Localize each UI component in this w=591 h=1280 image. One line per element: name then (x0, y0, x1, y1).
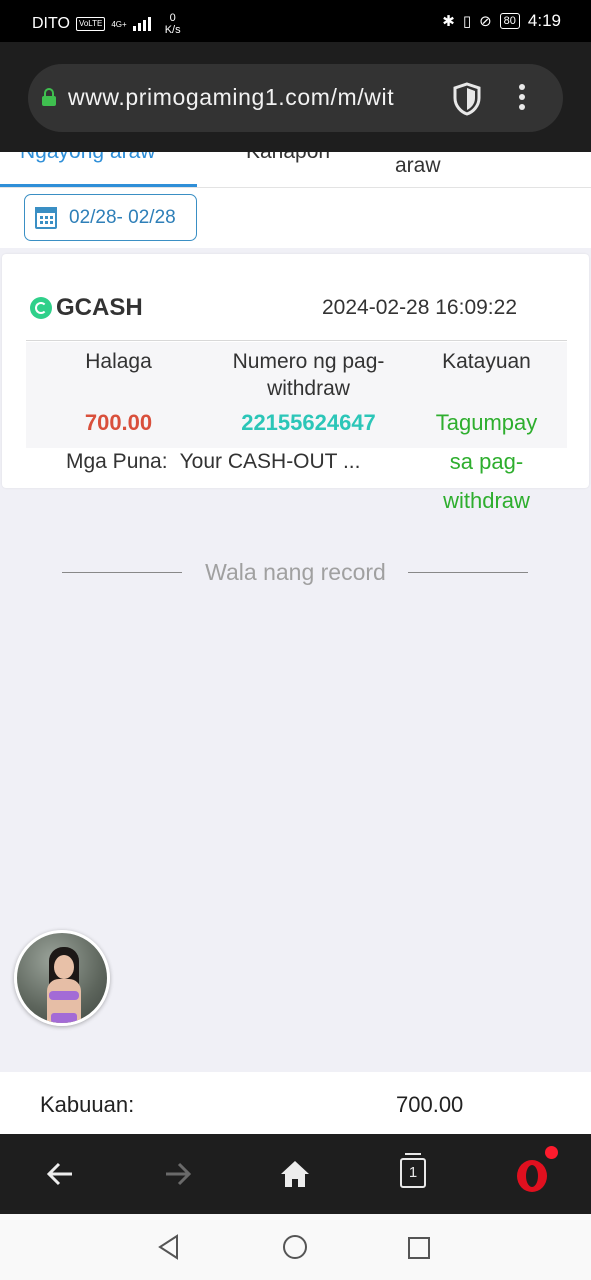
browser-bottom-nav: 1 (0, 1134, 591, 1214)
date-range-label: 02/28- 02/28 (69, 206, 176, 228)
payment-method-label: GCASH (56, 294, 143, 321)
more-menu-icon[interactable] (514, 84, 530, 114)
status-right: ✱ ▯ ⊘ 80 4:19 (442, 11, 561, 31)
withdraw-number-header-line1: Numero ng pag- (232, 350, 385, 373)
status-header: Katayuan (442, 350, 531, 373)
record-details: Halaga Numero ng pag- withdraw Katayuan … (26, 342, 567, 513)
opera-menu-icon[interactable] (514, 1156, 550, 1194)
tab-yesterday[interactable]: Kahapon (246, 152, 330, 164)
status-line2: sa pag- (449, 449, 524, 474)
status-bar: DITO VoLTE 4G+ 0 K/s ✱ ▯ ⊘ 80 4:19 (0, 0, 591, 42)
withdraw-number-header: Numero ng pag- withdraw (211, 348, 406, 402)
shield-icon[interactable] (452, 82, 482, 116)
bluetooth-icon: ✱ (442, 13, 455, 30)
active-tab-indicator (0, 184, 197, 187)
network-speed: 0 K/s (165, 12, 181, 36)
back-arrow-icon[interactable] (42, 1156, 78, 1192)
withdraw-number-header-line2: withdraw (267, 377, 350, 400)
payment-method: GCASH (30, 294, 143, 322)
status-left: DITO VoLTE 4G+ 0 K/s (32, 12, 181, 36)
speed-unit: K/s (164, 24, 181, 36)
url-text[interactable]: www.primogaming1.com/m/wit (68, 84, 436, 111)
tabs-count-icon[interactable]: 1 (400, 1153, 426, 1188)
card-divider (26, 340, 567, 341)
divider-right (408, 572, 528, 573)
tab-today[interactable]: Ngayong araw (20, 152, 155, 164)
carrier-name: DITO (32, 15, 70, 32)
home-icon[interactable] (277, 1156, 313, 1192)
browser-toolbar: www.primogaming1.com/m/wit (0, 42, 591, 152)
notification-dot (545, 1146, 558, 1159)
amount-value: 700.00 (84, 410, 153, 435)
gcash-icon (30, 297, 52, 319)
withdraw-record-card[interactable]: GCASH 2024-02-28 16:09:22 Halaga Numero … (2, 254, 589, 513)
date-range-button[interactable]: 02/28- 02/28 (24, 194, 197, 241)
system-recents-icon[interactable] (406, 1235, 432, 1261)
calendar-icon (35, 206, 57, 229)
vibrate-icon: ▯ (462, 13, 472, 30)
status-value: Tagumpay sa pag- withdraw (406, 403, 567, 520)
status-line1: Tagumpay (435, 410, 538, 435)
address-bar[interactable]: www.primogaming1.com/m/wit (28, 64, 563, 132)
signal-icon (132, 17, 151, 31)
volte-badge: VoLTE (75, 17, 106, 31)
system-back-icon[interactable] (155, 1233, 183, 1261)
date-filter-bar: 02/28- 02/28 (0, 188, 591, 248)
forward-arrow-icon[interactable] (160, 1156, 196, 1192)
record-datetime: 2024-02-28 16:09:22 (322, 296, 517, 319)
total-value: 700.00 (396, 1092, 464, 1117)
total-bar: Kabuuan: 700.00 (0, 1072, 591, 1134)
tab-more[interactable]: - (540, 152, 547, 160)
system-nav-bar (0, 1214, 591, 1280)
system-home-icon[interactable] (281, 1233, 309, 1261)
speed-value: 0 (169, 12, 176, 24)
withdraw-number-value[interactable]: 22155624647 (201, 410, 416, 436)
no-more-records: Wala nang record (0, 557, 591, 587)
lock-icon[interactable] (42, 88, 56, 106)
status-line3: withdraw (443, 488, 530, 513)
network-type: 4G+ (111, 19, 127, 29)
mute-bell-icon: ⊘ (479, 13, 492, 30)
date-range-tabs: Ngayong araw Kahapon araw - (0, 152, 591, 188)
battery-icon: 80 (499, 13, 520, 29)
total-label: Kabuuan: (40, 1092, 135, 1117)
amount-header: Halaga (85, 350, 152, 373)
clock: 4:19 (527, 11, 561, 30)
remarks-label: Mga Puna: (66, 450, 168, 473)
url-fade (398, 78, 438, 118)
remarks-value: Your CASH-OUT ... (179, 450, 361, 473)
remarks: Mga Puna: Your CASH-OUT ... (66, 450, 360, 474)
floating-support-avatar[interactable] (14, 930, 110, 1026)
tab-week[interactable]: araw (395, 154, 441, 178)
